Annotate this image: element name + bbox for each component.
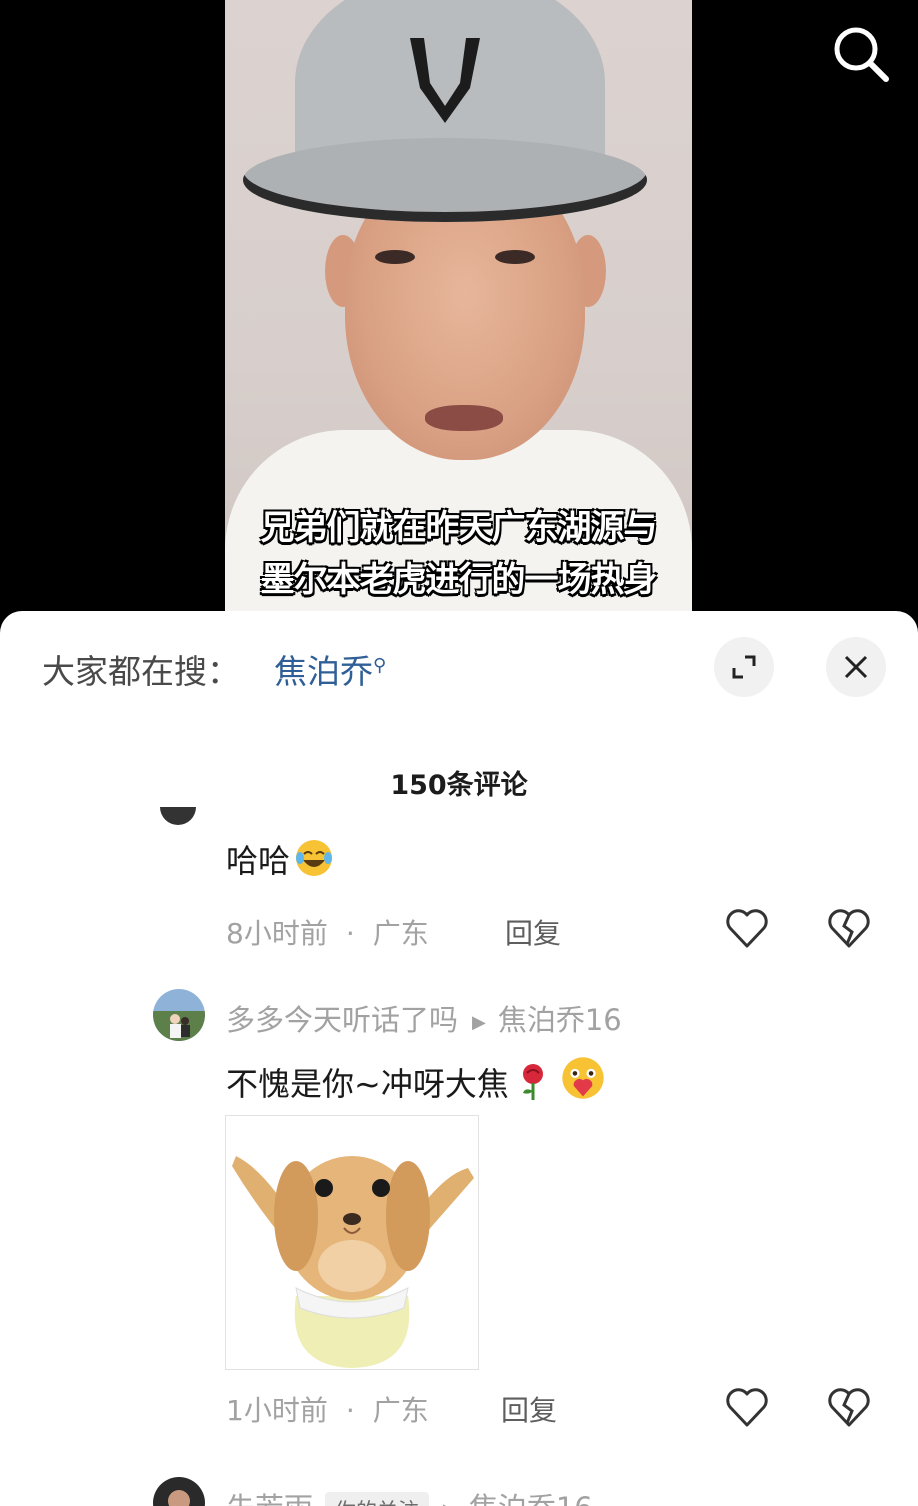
following-badge: 你的关注 bbox=[325, 1492, 430, 1506]
meta-separator: · bbox=[345, 1394, 355, 1427]
reply-button[interactable]: 回复 bbox=[505, 912, 561, 952]
meta-separator: · bbox=[345, 917, 355, 950]
video-caption-line-1: 兄弟们就在昨天广东湖源与 bbox=[260, 508, 658, 548]
avatar bbox=[160, 807, 196, 825]
comment-sheet: 大家都在搜： 焦泊乔⚲ 150条评论 哈哈 8小时前 · 广东 回复 多多今天听… bbox=[0, 611, 918, 1506]
comment-text: 不愧是你~冲呀大焦 bbox=[226, 1055, 609, 1105]
video-caption-highlight: 一场热身 bbox=[524, 560, 658, 600]
cap-brim bbox=[243, 138, 647, 222]
comment-location: 广东 bbox=[372, 917, 429, 950]
cap-logo-icon bbox=[410, 38, 480, 123]
comment-location: 广东 bbox=[372, 1394, 429, 1427]
avatar[interactable] bbox=[153, 989, 205, 1041]
video-frame: 兄弟们就在昨天广东湖源与 墨尔本老虎进行的一场热身 赛当中 bbox=[225, 0, 692, 640]
laughing-tears-emoji bbox=[296, 840, 333, 876]
close-icon bbox=[844, 655, 868, 679]
person-mouth bbox=[425, 405, 503, 431]
expand-icon bbox=[732, 655, 756, 679]
trending-search-term: 焦泊乔 bbox=[274, 652, 373, 691]
comment-text: 哈哈 bbox=[226, 836, 334, 882]
trending-search-prefix: 大家都在搜： bbox=[42, 652, 240, 691]
expand-button[interactable] bbox=[714, 637, 774, 697]
heart-outline-icon[interactable] bbox=[724, 906, 770, 950]
reply-arrow-icon: ▶ bbox=[443, 1500, 457, 1506]
trending-search-link[interactable]: 焦泊乔⚲ bbox=[274, 645, 386, 693]
comment-author-line: 朱芳雨你的关注 ▶ 焦泊乔16 bbox=[226, 1485, 593, 1506]
avatar[interactable] bbox=[153, 1477, 205, 1506]
reply-to-user[interactable]: 焦泊乔16 bbox=[469, 1491, 593, 1506]
comment-author-line: 多多今天听话了吗 ▶ 焦泊乔16 bbox=[226, 997, 622, 1039]
video-caption-line-2: 墨尔本老虎进行的一场热身 bbox=[225, 552, 692, 601]
comment-text-content: 不愧是你~冲呀大焦 bbox=[226, 1065, 509, 1103]
reply-arrow-icon: ▶ bbox=[472, 1011, 486, 1033]
comment-meta: 1小时前 · 广东 bbox=[226, 1389, 429, 1429]
comment-author[interactable]: 朱芳雨 bbox=[226, 1491, 313, 1506]
avatar-image bbox=[153, 989, 205, 1041]
comment-text-content: 哈哈 bbox=[226, 842, 291, 880]
puppy-sticker[interactable] bbox=[225, 1115, 479, 1370]
video-player[interactable]: 兄弟们就在昨天广东湖源与 墨尔本老虎进行的一场热身 赛当中 bbox=[0, 0, 918, 640]
puppy-sticker-image bbox=[232, 1156, 474, 1368]
heart-hug-emoji bbox=[562, 1057, 604, 1099]
rose-emoji bbox=[522, 1064, 543, 1100]
video-caption-line-2a: 墨尔本老虎进行的 bbox=[260, 560, 526, 600]
broken-heart-icon[interactable] bbox=[826, 906, 872, 950]
comment-time: 8小时前 bbox=[226, 917, 328, 950]
reply-button[interactable]: 回复 bbox=[501, 1389, 557, 1429]
heart-outline-icon[interactable] bbox=[724, 1385, 770, 1429]
sheet-header: 大家都在搜： 焦泊乔⚲ bbox=[0, 611, 918, 721]
person-eye-left bbox=[375, 250, 415, 264]
comment-author[interactable]: 多多今天听话了吗 bbox=[226, 1003, 458, 1037]
comment-time: 1小时前 bbox=[226, 1394, 328, 1427]
search-small-icon: ⚲ bbox=[373, 655, 387, 676]
reply-to-user[interactable]: 焦泊乔16 bbox=[498, 1003, 622, 1037]
person-eye-right bbox=[495, 250, 535, 264]
avatar-image bbox=[153, 1477, 205, 1506]
comment-count: 150条评论 bbox=[390, 770, 528, 801]
comment-meta: 8小时前 · 广东 bbox=[226, 912, 429, 952]
broken-heart-icon[interactable] bbox=[826, 1385, 872, 1429]
close-button[interactable] bbox=[826, 637, 886, 697]
search-icon[interactable] bbox=[828, 22, 892, 86]
